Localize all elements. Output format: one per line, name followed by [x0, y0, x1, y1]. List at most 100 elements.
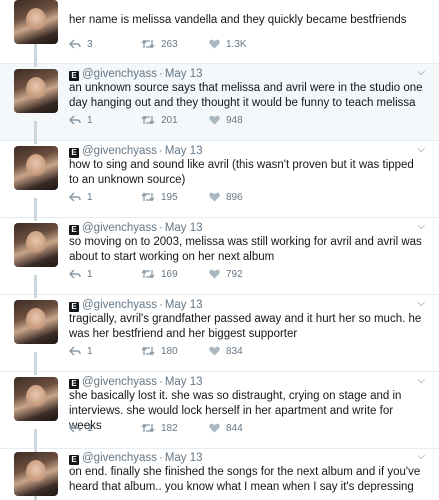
handle[interactable]: @givenchyass [82, 452, 157, 464]
like-count: 834 [226, 346, 243, 357]
avatar[interactable] [14, 223, 58, 267]
handle[interactable]: @givenchyass [82, 222, 157, 234]
like-count: 1.3K [226, 39, 247, 50]
like-button[interactable]: 1.3K [209, 39, 247, 50]
handle[interactable]: @givenchyass [82, 376, 157, 388]
tweet[interactable]: E @givenchyass · May 13 ⌵ how to sing and s… [0, 141, 439, 218]
retweet-button[interactable]: 195 [141, 192, 178, 203]
heart-icon [209, 39, 220, 49]
handle[interactable]: @givenchyass [82, 145, 157, 157]
timestamp[interactable]: May 13 [165, 299, 203, 311]
handle[interactable]: @givenchyass [82, 299, 157, 311]
tweet-header: E @givenchyass · May 13 [69, 221, 203, 235]
like-button[interactable]: 896 [209, 192, 243, 203]
reply-icon [69, 423, 81, 433]
account-badge-icon: E [69, 71, 79, 81]
heart-icon [209, 346, 220, 356]
chevron-down-icon[interactable]: ⌵ [417, 298, 425, 309]
avatar[interactable] [14, 377, 58, 421]
thread-connector [34, 275, 37, 295]
tweet[interactable]: E @givenchyass · May 13 ⌵ she basically los… [0, 372, 439, 449]
retweet-count: 180 [161, 346, 178, 357]
reply-count: 1 [87, 346, 93, 357]
retweet-icon [141, 192, 155, 202]
thread-connector [34, 218, 37, 221]
thread-connector [34, 44, 37, 65]
tweet-text: so moving on to 2003, melissa was still … [69, 236, 422, 263]
separator-dot: · [158, 68, 163, 80]
reply-button[interactable]: 1 [69, 423, 93, 434]
account-badge-icon: E [69, 302, 79, 312]
retweet-count: 263 [161, 39, 178, 50]
like-button[interactable]: 844 [209, 423, 243, 434]
reply-button[interactable]: 3 [69, 39, 93, 50]
like-button[interactable]: 792 [209, 269, 243, 280]
heart-icon [209, 115, 220, 125]
retweet-icon [141, 423, 155, 433]
tweet-thread: her name is melissa vandella and they qu… [0, 0, 439, 500]
chevron-down-icon[interactable]: ⌵ [417, 67, 425, 78]
timestamp[interactable]: May 13 [165, 145, 203, 157]
separator-dot: · [158, 222, 163, 234]
timestamp[interactable]: May 13 [165, 222, 203, 234]
reply-icon [69, 192, 81, 202]
tweet-header: E @givenchyass · May 13 [69, 451, 203, 465]
avatar[interactable] [14, 0, 58, 44]
retweet-button[interactable]: 182 [141, 423, 178, 434]
account-badge-icon: E [69, 379, 79, 389]
chevron-down-icon[interactable]: ⌵ [417, 221, 425, 232]
reply-count: 1 [87, 115, 93, 126]
timestamp[interactable]: May 13 [165, 452, 203, 464]
separator-dot: · [158, 376, 163, 388]
reply-button[interactable]: 1 [69, 192, 93, 203]
like-button[interactable]: 834 [209, 346, 243, 357]
thread-connector [34, 121, 37, 141]
tweet[interactable]: E @givenchyass · May 13 ⌵ on end. finally s… [0, 449, 439, 500]
tweet[interactable]: E @givenchyass · May 13 ⌵ tragically, avril… [0, 295, 439, 372]
heart-icon [209, 269, 220, 279]
avatar[interactable] [14, 300, 58, 344]
retweet-icon [141, 269, 155, 279]
retweet-button[interactable]: 169 [141, 269, 178, 280]
chevron-down-icon[interactable]: ⌵ [417, 451, 425, 462]
separator-dot: · [158, 452, 163, 464]
avatar[interactable] [14, 452, 58, 496]
thread-connector [34, 198, 37, 218]
retweet-icon [141, 115, 155, 125]
separator-dot: · [158, 299, 163, 311]
reply-button[interactable]: 1 [69, 269, 93, 280]
thread-connector [34, 352, 37, 372]
retweet-count: 169 [161, 269, 178, 280]
like-button[interactable]: 948 [209, 115, 243, 126]
account-badge-icon: E [69, 225, 79, 235]
tweet[interactable]: E @givenchyass · May 13 ⌵ an unknown source… [0, 64, 439, 141]
tweet-text: on end. finally she finished the songs f… [69, 466, 421, 493]
handle[interactable]: @givenchyass [82, 68, 157, 80]
like-count: 896 [226, 192, 243, 203]
account-badge-icon: E [69, 148, 79, 158]
thread-connector [34, 141, 37, 144]
avatar[interactable] [14, 69, 58, 113]
timestamp[interactable]: May 13 [165, 376, 203, 388]
account-badge-icon: E [69, 455, 79, 465]
chevron-down-icon[interactable]: ⌵ [417, 144, 425, 155]
avatar[interactable] [14, 146, 58, 190]
tweet[interactable]: her name is melissa vandella and they qu… [0, 0, 439, 65]
reply-button[interactable]: 1 [69, 346, 93, 357]
tweet-text: tragically, avril's grandfather passed a… [69, 313, 422, 340]
reply-count: 3 [87, 39, 93, 50]
like-count: 844 [226, 423, 243, 434]
tweet[interactable]: E @givenchyass · May 13 ⌵ so moving on to 2… [0, 218, 439, 295]
reply-icon [69, 39, 81, 49]
timestamp[interactable]: May 13 [165, 68, 203, 80]
retweet-button[interactable]: 263 [141, 39, 178, 50]
retweet-button[interactable]: 201 [141, 115, 178, 126]
chevron-down-icon[interactable]: ⌵ [417, 375, 425, 386]
reply-button[interactable]: 1 [69, 115, 93, 126]
retweet-icon [141, 346, 155, 356]
retweet-count: 201 [161, 115, 178, 126]
thread-connector [34, 372, 37, 375]
thread-connector [34, 295, 37, 298]
retweet-button[interactable]: 180 [141, 346, 178, 357]
thread-connector [34, 64, 37, 67]
